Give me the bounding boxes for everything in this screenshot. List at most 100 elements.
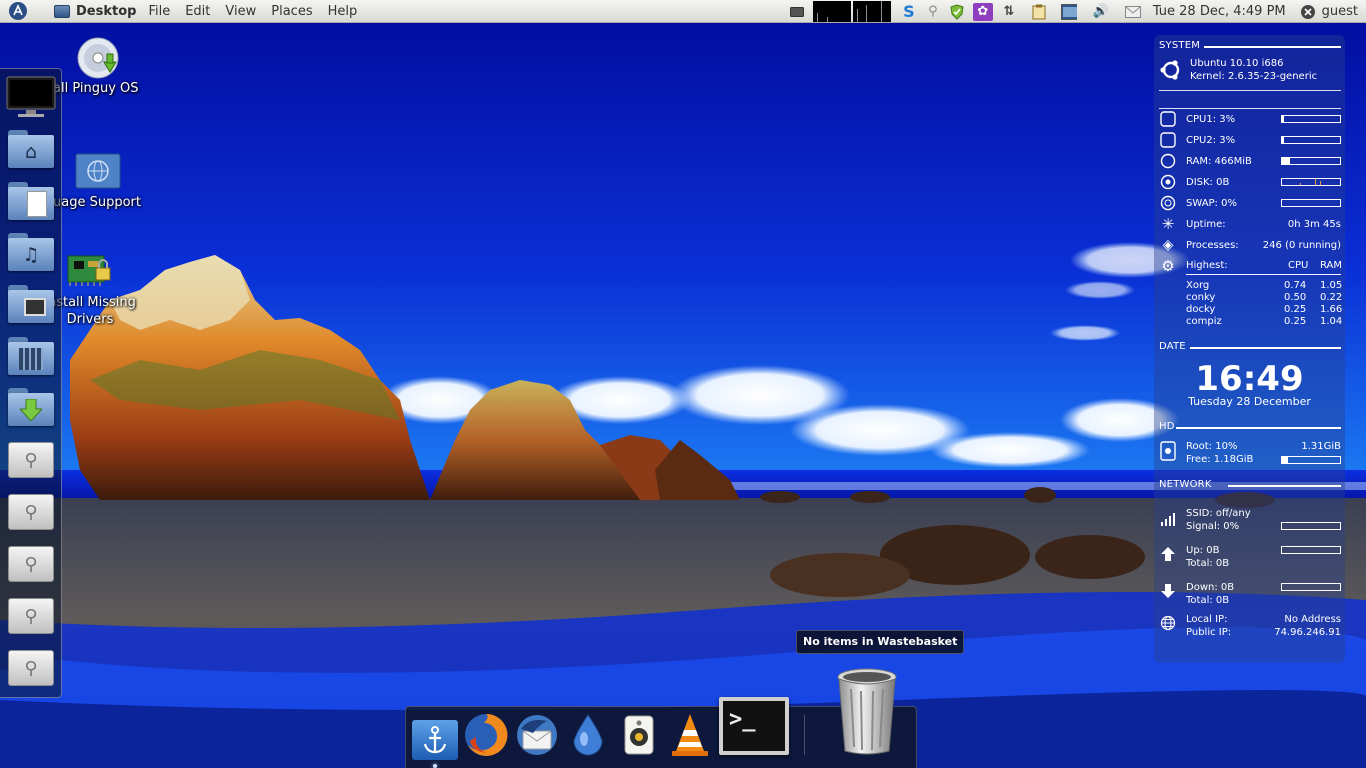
documents-folder-icon <box>8 182 54 220</box>
mail-icon[interactable] <box>1124 4 1141 20</box>
cpu-chip-icon <box>1159 131 1177 149</box>
deluge-icon <box>566 711 610 762</box>
shield-check-icon[interactable] <box>949 3 965 20</box>
paperclip-icon[interactable]: ⚲ <box>925 4 941 20</box>
dock-documents-folder[interactable] <box>6 176 56 222</box>
system-monitor-graph-2[interactable] <box>852 1 891 22</box>
pictures-folder-icon <box>8 285 54 323</box>
conky-processes-value: 246 (0 running) <box>1262 240 1341 251</box>
conky-rule <box>1159 90 1341 91</box>
driver-card-lock-icon <box>66 246 114 292</box>
conky-root-size: 1.31GiB <box>1301 441 1341 452</box>
display-icon[interactable] <box>1060 3 1077 20</box>
conky-rule <box>1204 46 1341 48</box>
conky-rule <box>1186 274 1341 275</box>
firefox-icon <box>462 711 510 762</box>
user-name[interactable]: guest <box>1322 4 1358 19</box>
conky-kernel: Kernel: 2.6.35-23-generic <box>1190 71 1318 82</box>
process-cpu: 0.25 <box>1284 316 1307 327</box>
dock-item-deluge[interactable] <box>563 711 613 761</box>
ubuntu-logo-icon <box>1159 58 1183 82</box>
conky-rule <box>1159 108 1341 109</box>
process-ram: 1.66 <box>1320 304 1343 315</box>
main-menu-logo-icon[interactable] <box>6 1 30 21</box>
thunderbird-icon <box>513 711 561 762</box>
dock-item-vlc[interactable] <box>665 711 715 761</box>
dock-usb-drive-1[interactable]: ⚲ <box>6 434 56 480</box>
dock-usb-drive-2[interactable]: ⚲ <box>6 486 56 532</box>
menu-file[interactable]: File <box>148 4 170 19</box>
dock-videos-folder[interactable] <box>6 331 56 377</box>
dock-item-wastebasket[interactable] <box>832 667 902 759</box>
usb-drive-icon: ⚲ <box>8 546 54 582</box>
dock-usb-drive-4[interactable]: ⚲ <box>6 590 56 636</box>
cpu2-bar-fill <box>1282 137 1284 143</box>
dock-item-terminal[interactable]: >_ <box>718 695 790 757</box>
dock-item-rhythmbox[interactable] <box>614 711 664 761</box>
keyboard-indicator-icon[interactable] <box>789 4 805 20</box>
swap-bar <box>1281 199 1341 207</box>
terminal-icon: >_ <box>719 697 789 755</box>
conky-system-monitor: SYSTEM Ubuntu 10.10 i686 Kernel: 2.6.35-… <box>1154 35 1345 663</box>
settings-gear-icon[interactable]: ✿ <box>972 2 993 21</box>
conky-swap: SWAP: 0% <box>1186 198 1237 209</box>
upload-arrow-icon <box>1159 545 1177 563</box>
process-name: docky <box>1186 304 1216 315</box>
process-cpu: 0.25 <box>1284 304 1307 315</box>
dock-usb-drive-3[interactable]: ⚲ <box>6 538 56 584</box>
downloads-folder-icon <box>8 388 54 426</box>
usb-drive-icon: ⚲ <box>8 494 54 530</box>
sync-icon[interactable]: S <box>901 2 917 21</box>
docky-anchor-icon <box>412 720 458 760</box>
dock-item-firefox[interactable] <box>461 711 511 761</box>
music-folder-icon: ♫ <box>8 233 54 271</box>
dock-music-folder[interactable]: ♫ <box>6 227 56 273</box>
process-name: compiz <box>1186 316 1222 327</box>
conky-ram-col: RAM <box>1320 260 1343 271</box>
dock-monitor[interactable] <box>6 71 56 117</box>
menu-view[interactable]: View <box>225 4 256 19</box>
conky-os: Ubuntu 10.10 i686 <box>1190 58 1284 69</box>
flag-icon <box>75 152 121 190</box>
download-arrow-icon <box>1159 582 1177 600</box>
conky-root: Root: 10% <box>1186 441 1238 452</box>
conky-date-header: DATE <box>1159 341 1186 352</box>
conky-up: Up: 0B <box>1186 545 1220 556</box>
conky-rule <box>1228 485 1341 487</box>
session-power-icon[interactable] <box>1300 4 1316 20</box>
menu-edit[interactable]: Edit <box>185 4 210 19</box>
bottom-dock: >_ <box>405 668 917 768</box>
app-name[interactable]: Desktop <box>76 4 136 19</box>
menu-places[interactable]: Places <box>271 4 312 19</box>
download-bar <box>1281 583 1341 591</box>
usb-drive-icon: ⚲ <box>8 598 54 634</box>
conky-local-ip: No Address <box>1284 614 1341 625</box>
usb-drive-icon: ⚲ <box>8 650 54 686</box>
rhythmbox-icon <box>619 712 659 761</box>
process-ram: 0.22 <box>1320 292 1343 303</box>
dock-pictures-folder[interactable] <box>6 279 56 325</box>
conky-date: Tuesday 28 December <box>1188 395 1311 408</box>
swap-icon <box>1159 194 1177 212</box>
dock-item-thunderbird[interactable] <box>512 711 562 761</box>
disk-icon <box>1159 173 1177 191</box>
wastebasket-tooltip: No items in Wastebasket <box>796 630 965 654</box>
dock-downloads-folder[interactable] <box>6 382 56 428</box>
process-name: conky <box>1186 292 1216 303</box>
menu-help[interactable]: Help <box>328 4 358 19</box>
dock-home-folder[interactable]: ⌂ <box>6 124 56 170</box>
dock-usb-drive-5[interactable]: ⚲ <box>6 642 56 688</box>
panel-clock[interactable]: Tue 28 Dec, 4:49 PM <box>1153 4 1286 19</box>
process-cpu: 0.74 <box>1284 280 1307 291</box>
conky-rule <box>1176 427 1341 429</box>
network-updown-icon[interactable]: ⇅ <box>1001 4 1017 20</box>
system-monitor-graph[interactable] <box>812 1 851 22</box>
conky-local-ip-label: Local IP: <box>1186 614 1228 625</box>
volume-icon[interactable]: 🔊 <box>1093 4 1109 20</box>
cd-install-icon <box>76 36 120 80</box>
clipboard-icon[interactable] <box>1031 4 1047 20</box>
videos-folder-icon <box>8 337 54 375</box>
top-panel: Desktop File Edit View Places Help S ⚲ ✿… <box>0 0 1366 23</box>
dock-item-docky[interactable] <box>410 715 460 765</box>
conky-clock: 16:49 <box>1195 359 1304 399</box>
